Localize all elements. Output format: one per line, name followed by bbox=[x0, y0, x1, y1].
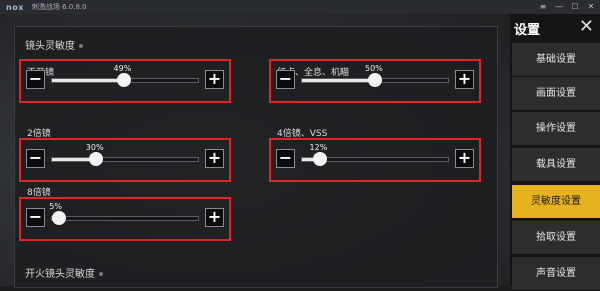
slider-fill bbox=[302, 79, 375, 82]
decrease-button[interactable]: − bbox=[26, 208, 45, 227]
close-icon[interactable]: ✕ bbox=[579, 16, 594, 37]
slider-track[interactable]: 49% bbox=[51, 64, 199, 87]
window-titlebar: nox 刺激战场 6.0.8.0 ≡ — ☐ ✕ bbox=[0, 0, 600, 14]
slider-track[interactable]: 30% bbox=[51, 143, 199, 166]
slider-knob[interactable] bbox=[116, 73, 131, 87]
close-window-icon[interactable]: ✕ bbox=[586, 2, 596, 12]
slider-label: 2倍镜 bbox=[27, 129, 51, 139]
sidebar-title: 设置 bbox=[514, 23, 541, 38]
decrease-button[interactable]: − bbox=[276, 70, 295, 89]
decrease-button[interactable]: − bbox=[276, 149, 295, 168]
slider-track[interactable]: 50% bbox=[301, 64, 449, 87]
sidebar-item-graphics[interactable]: 画面设置 bbox=[512, 77, 600, 111]
info-dot-icon bbox=[99, 272, 103, 276]
increase-button[interactable]: + bbox=[205, 70, 224, 89]
maximize-icon[interactable]: ☐ bbox=[570, 2, 580, 12]
slider-label: 4倍镜、VSS bbox=[277, 129, 328, 139]
slider-no-scope: 不开镜 − 49% + bbox=[19, 59, 231, 103]
slider-track[interactable]: 5% bbox=[49, 202, 199, 225]
info-dot-icon bbox=[79, 44, 83, 48]
settings-panel: 镜头灵敏度 不开镜 − 49% + 红点、全息、机瞄 − 50% + 2倍镜 −… bbox=[14, 26, 498, 288]
slider-percent: 5% bbox=[49, 202, 62, 211]
menu-icon[interactable]: ≡ bbox=[538, 2, 548, 12]
sidebar-header: 设置 ✕ bbox=[510, 14, 600, 42]
window-controls: ≡ — ☐ ✕ bbox=[538, 0, 596, 14]
decrease-button[interactable]: − bbox=[26, 70, 45, 89]
slider-track[interactable]: 12% bbox=[301, 143, 449, 166]
minimize-icon[interactable]: — bbox=[554, 2, 564, 12]
slider-percent: 12% bbox=[309, 143, 328, 152]
sidebar-item-sensitivity[interactable]: 灵敏度设置 bbox=[512, 185, 600, 219]
slider-knob[interactable] bbox=[52, 211, 67, 225]
slider-knob[interactable] bbox=[312, 152, 327, 166]
section-title-fire-scope-sensitivity: 开火镜头灵敏度 bbox=[25, 265, 103, 280]
increase-button[interactable]: + bbox=[205, 149, 224, 168]
slider-red-dot-holo: 红点、全息、机瞄 − 50% + bbox=[269, 59, 481, 103]
window-title: 刺激战场 6.0.8.0 bbox=[31, 3, 87, 11]
nox-logo: nox bbox=[6, 2, 24, 12]
sidebar-item-pickup[interactable]: 拾取设置 bbox=[512, 221, 600, 255]
increase-button[interactable]: + bbox=[455, 149, 474, 168]
slider-percent: 30% bbox=[85, 143, 104, 152]
decrease-button[interactable]: − bbox=[26, 149, 45, 168]
slider-4x-vss: 4倍镜、VSS − 12% + bbox=[269, 129, 481, 182]
slider-knob[interactable] bbox=[368, 73, 382, 87]
slider-knob[interactable] bbox=[88, 152, 103, 166]
increase-button[interactable]: + bbox=[205, 208, 224, 227]
settings-sidebar: 设置 ✕ 基础设置 画面设置 操作设置 载具设置 灵敏度设置 拾取设置 声音设置 bbox=[510, 14, 600, 291]
slider-label: 8倍镜 bbox=[27, 188, 51, 198]
sidebar-item-basic[interactable]: 基础设置 bbox=[512, 43, 600, 77]
section-title-scope-sensitivity: 镜头灵敏度 bbox=[25, 37, 83, 52]
sidebar-item-controls[interactable]: 操作设置 bbox=[512, 112, 600, 146]
slider-percent: 49% bbox=[113, 64, 132, 73]
slider-percent: 50% bbox=[365, 64, 383, 73]
sidebar-item-vehicle[interactable]: 载具设置 bbox=[512, 148, 600, 182]
slider-fill bbox=[52, 79, 124, 82]
slider-8x-scope: 8倍镜 − 5% + bbox=[19, 188, 231, 241]
slider-2x-scope: 2倍镜 − 30% + bbox=[19, 129, 231, 182]
increase-button[interactable]: + bbox=[455, 70, 474, 89]
